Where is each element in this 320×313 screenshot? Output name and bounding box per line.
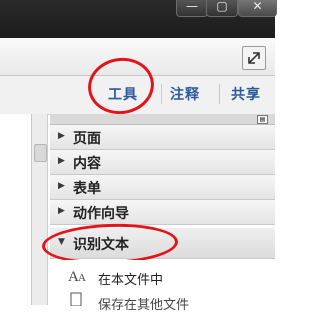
panel-header-strip <box>50 114 275 125</box>
section-action-wizard[interactable]: ▶ 动作向导 <box>50 200 275 225</box>
section-label: 页面 <box>73 131 101 147</box>
subitem-label: 在本文件中 <box>98 273 164 288</box>
maximize-button[interactable]: ▢ <box>206 0 238 17</box>
expand-arrow-icon: ▶ <box>58 181 65 191</box>
scrollbar-thumb[interactable] <box>34 144 47 162</box>
expand-arrow-icon: ▶ <box>58 131 65 141</box>
section-label: 内容 <box>73 156 101 172</box>
expand-arrow-icon: ▶ <box>58 206 65 216</box>
panel-options-icon[interactable]: ▤ <box>257 115 268 124</box>
close-button[interactable]: ✕ <box>238 0 277 17</box>
expand-diagonal-icon <box>248 52 260 64</box>
section-label: 表单 <box>73 181 101 197</box>
section-forms[interactable]: ▶ 表单 <box>50 175 275 200</box>
subitem-other-files[interactable]: 保存在其他文件 <box>50 290 275 313</box>
tab-comment[interactable]: 注释 <box>170 84 200 104</box>
subitem-label: 保存在其他文件 <box>98 298 190 313</box>
tab-divider <box>219 84 220 104</box>
subitem-in-this-file[interactable]: A A 在本文件中 <box>50 260 275 290</box>
minimize-button[interactable]: — <box>176 0 208 17</box>
expand-view-button[interactable] <box>242 46 266 70</box>
svg-text:A: A <box>78 272 86 284</box>
section-label: 动作向导 <box>73 206 129 222</box>
section-pages[interactable]: ▶ 页面 <box>50 125 275 150</box>
tab-divider <box>161 84 162 104</box>
expand-arrow-icon: ▶ <box>58 156 65 166</box>
document-pane <box>0 114 32 305</box>
document-icon <box>70 292 82 306</box>
vertical-scrollbar[interactable] <box>32 114 48 305</box>
tab-share[interactable]: 共享 <box>231 84 261 104</box>
section-content[interactable]: ▶ 内容 <box>50 150 275 175</box>
text-aa-icon: A A <box>68 269 86 284</box>
